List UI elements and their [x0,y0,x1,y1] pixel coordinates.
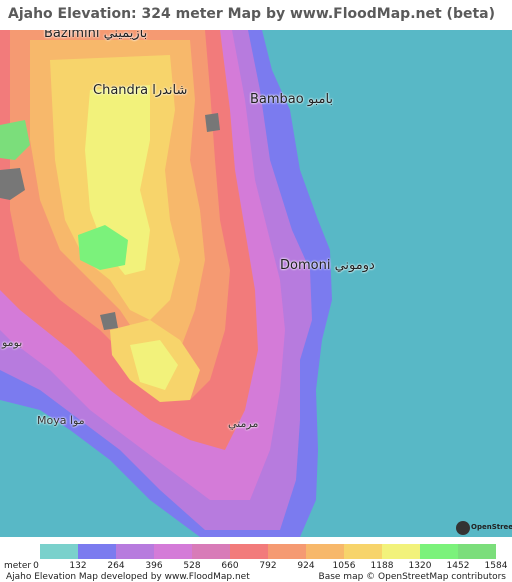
map-title-bar: Ajaho Elevation: 324 meter Map by www.Fl… [0,0,512,30]
legend-tick-label: 396 [145,561,163,571]
legend-tick-label: 528 [183,561,201,571]
place-label-bazimini: Bazimini بازيميني [44,30,148,41]
legend-swatch [420,544,458,559]
legend-swatch [268,544,306,559]
osm-logo-text: OpenStreetMap [471,523,512,531]
legend-unit: meter [4,561,32,571]
place-label-bomou: بومو [2,336,23,349]
legend-tick-label: 132 [69,561,87,571]
legend-tick-label: 792 [259,561,277,571]
legend-tick-label: 1188 [370,561,394,571]
elevation-map[interactable]: Bazimini بازيميني Chandra شاندرا Bambao … [0,30,512,537]
elevation-legend: meter 0 132 264 396 528 660 792 924 1056 1188 1320… [0,537,512,582]
legend-swatch [458,544,496,559]
legend-swatch [192,544,230,559]
map-title: Ajaho Elevation: 324 meter Map by www.Fl… [8,6,496,22]
osm-logo: OpenStreetMap [456,521,512,535]
footer-basemap-credit: Base map © OpenStreetMap contributors [318,572,506,582]
legend-tick-label: 1056 [332,561,356,571]
legend-tick-label: 660 [221,561,239,571]
legend-swatch [382,544,420,559]
legend-swatch [78,544,116,559]
legend-tick-label: 1584 [484,561,508,571]
footer-credit: Ajaho Elevation Map developed by www.Flo… [6,572,250,582]
place-label-domoni: Domoni دوموني [280,258,375,273]
legend-swatch [230,544,268,559]
place-label-chandra: Chandra شاندرا [93,83,188,98]
magnifier-icon [456,521,470,535]
place-label-mramani: مرمتي [228,417,259,430]
legend-swatch [306,544,344,559]
legend-tick-label: 924 [297,561,315,571]
legend-tick-label: 264 [107,561,125,571]
legend-tick-label: 1452 [446,561,470,571]
legend-swatch [40,544,78,559]
legend-tick-label: 0 [33,561,39,571]
place-label-moya: Moya موا [37,414,85,427]
legend-swatch [116,544,154,559]
legend-tick-label: 1320 [408,561,432,571]
place-label-bambao: Bambao بامبو [250,92,334,107]
legend-swatch [344,544,382,559]
legend-swatches [40,544,496,559]
legend-swatch [154,544,192,559]
